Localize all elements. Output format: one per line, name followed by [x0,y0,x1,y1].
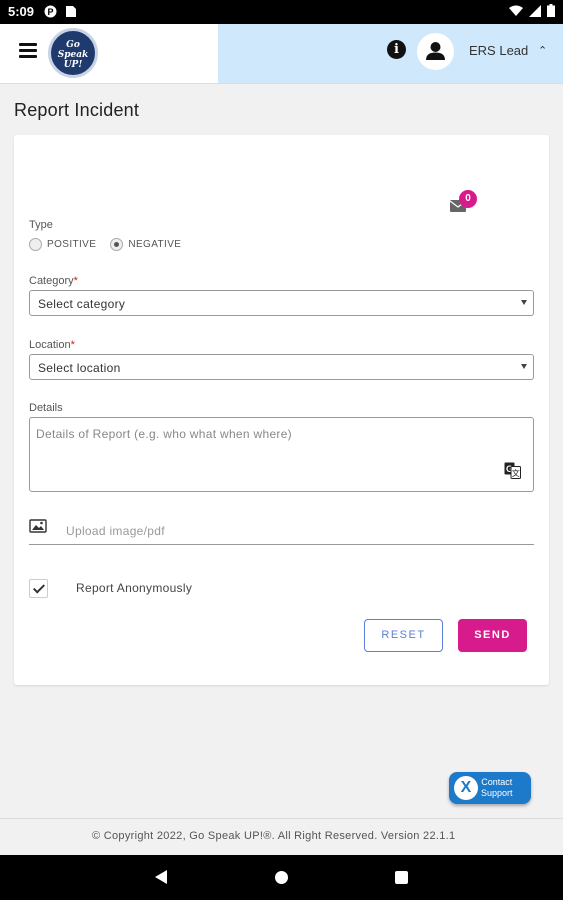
report-form-card [14,135,549,685]
upload-underline [29,544,534,545]
wifi-icon [509,5,523,16]
details-placeholder: Details of Report (e.g. who what when wh… [36,427,292,441]
user-icon [426,42,445,60]
page-title: Report Incident [14,100,140,120]
details-label: Details [29,402,63,414]
contact-support-logo-icon: X [454,776,478,800]
android-nav-bar [0,855,563,900]
dropdown-arrow-icon [521,300,527,305]
p-badge-icon: P [44,5,57,18]
copyright-text: © Copyright 2022, Go Speak UP!®. All Rig… [92,830,456,842]
status-bar: 5:09 P [0,0,563,24]
reset-button[interactable]: RESET [364,619,443,652]
user-name[interactable]: ERS Lead [469,43,528,58]
info-icon[interactable]: i [387,40,406,59]
status-time: 5:09 [8,4,35,19]
details-textarea[interactable]: Details of Report (e.g. who what when wh… [29,417,534,492]
radio-positive-label[interactable]: POSITIVE [47,239,96,250]
contact-support-label: Contact Support [481,777,513,798]
app-logo[interactable]: Go Speak UP! [48,28,98,78]
back-icon[interactable] [155,870,167,884]
footer: © Copyright 2022, Go Speak UP!®. All Rig… [0,818,563,854]
menu-icon[interactable] [19,43,37,59]
type-label: Type [29,219,53,231]
recent-apps-icon[interactable] [395,871,408,884]
send-button[interactable]: SEND [458,619,527,652]
radio-positive[interactable] [29,238,42,251]
upload-input[interactable]: Upload image/pdf [66,524,165,538]
category-select-value: Select category [38,297,126,311]
location-label: Location* [29,339,75,351]
app-header: Go Speak UP! i ERS Lead ⌃ [0,24,563,84]
svg-text:文: 文 [512,468,520,478]
home-icon[interactable] [275,871,288,884]
chevron-up-icon[interactable]: ⌃ [538,44,547,57]
location-select-value: Select location [38,361,121,375]
image-upload-icon[interactable] [29,519,47,533]
type-radio-group: POSITIVE NEGATIVE [29,238,195,251]
status-icons [509,4,555,17]
sd-card-icon [66,6,76,17]
dropdown-arrow-icon [521,364,527,369]
user-avatar[interactable] [417,33,454,70]
translate-icon[interactable]: G 文 [504,462,521,479]
signal-icon [529,4,541,17]
mail-count-badge: 0 [459,190,477,208]
anonymous-label[interactable]: Report Anonymously [76,581,192,595]
radio-negative-label[interactable]: NEGATIVE [128,239,181,250]
location-select[interactable]: Select location [29,354,534,380]
svg-text:P: P [47,7,53,17]
radio-negative[interactable] [110,238,124,251]
battery-icon [547,4,555,17]
category-label: Category* [29,275,78,287]
category-select[interactable]: Select category [29,290,534,316]
contact-support-button[interactable]: X Contact Support [449,772,531,804]
anonymous-checkbox[interactable] [29,579,48,598]
